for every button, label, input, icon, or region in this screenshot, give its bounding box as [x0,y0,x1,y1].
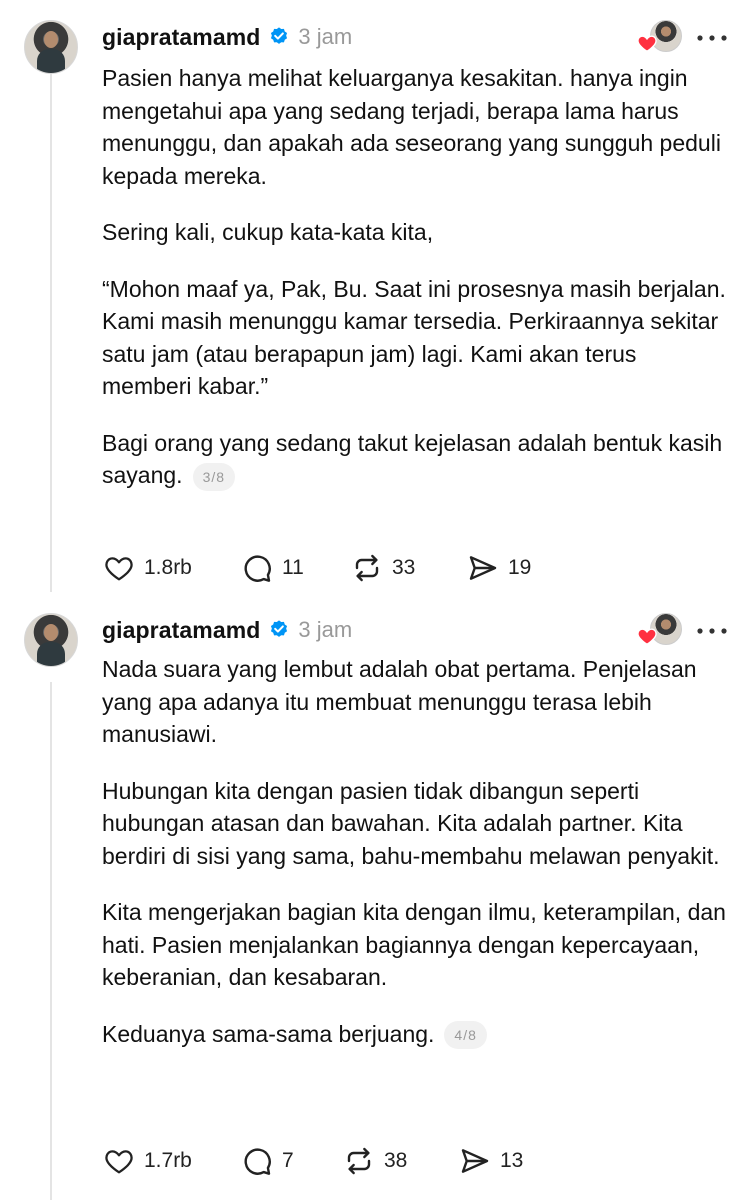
like-count: 1.8rb [144,556,192,579]
avatar[interactable] [24,20,78,74]
share-count: 13 [500,1149,524,1172]
post-header: giapratamamd 3 jam [102,613,352,647]
reply-button[interactable]: 11 [240,552,350,584]
repost-button[interactable]: 38 [342,1145,458,1177]
share-button[interactable]: 19 [466,552,556,584]
like-button[interactable]: 1.7rb [102,1145,240,1177]
reply-button[interactable]: 7 [240,1145,342,1177]
like-button[interactable]: 1.8rb [102,552,240,584]
repost-arrows-icon [347,1147,371,1175]
reply-count: 11 [282,556,304,579]
speech-bubble-icon [244,1148,271,1175]
author-liked-indicator [636,20,684,60]
reply-count: 7 [282,1149,294,1172]
username[interactable]: giapratamamd [102,617,260,644]
post-paragraph: “Mohon maaf ya, Pak, Bu. Saat ini proses… [102,275,726,400]
post-paragraph-last: Keduanya sama-sama berjuang. 4/8 [102,1018,732,1051]
thread-page-badge: 3/8 [192,462,236,491]
verified-badge-icon [271,27,288,44]
paper-plane-icon [461,1149,489,1173]
avatar[interactable] [24,613,78,667]
verified-badge-icon [271,620,288,637]
repost-count: 33 [392,556,416,579]
post-paragraph-last: Bagi orang yang sedang takut kejelasan a… [102,427,732,492]
thread-post: giapratamamd 3 jam Nada suara yang lembu… [0,611,754,1200]
repost-count: 38 [384,1149,408,1172]
thread-post: giapratamamd 3 jam Pasien hanya melihat … [0,18,754,598]
repost-arrows-icon [355,554,379,582]
post-paragraph: Sering kali, cukup kata-kata kita, [102,219,434,245]
three-dots-icon[interactable] [694,621,730,641]
post-body: Pasien hanya melihat keluarganya kesakit… [102,62,732,516]
three-dots-icon[interactable] [694,28,730,48]
post-time: 3 jam [298,24,353,49]
post-paragraph: Pasien hanya melihat keluarganya kesakit… [102,65,721,189]
paper-plane-icon [469,556,497,580]
heart-icon [105,557,133,581]
action-bar: 1.7rb 7 38 13 [102,1141,548,1181]
like-count: 1.7rb [144,1149,192,1172]
thread-page-badge: 4/8 [444,1021,487,1050]
action-bar: 1.8rb 11 33 19 [102,548,556,588]
speech-bubble-icon [244,555,271,582]
post-paragraph: Keduanya sama-sama berjuang. [102,1020,435,1047]
post-body: Nada suara yang lembut adalah obat perta… [102,653,732,1074]
share-button[interactable]: 13 [458,1145,548,1177]
username[interactable]: giapratamamd [102,24,260,51]
post-paragraph: Kita mengerjakan bagian kita dengan ilmu… [102,899,726,990]
post-time: 3 jam [298,617,353,642]
heart-icon [637,35,657,53]
post-header: giapratamamd 3 jam [102,20,352,54]
author-liked-indicator [636,613,684,653]
heart-icon [105,1150,133,1174]
repost-button[interactable]: 33 [350,552,466,584]
post-paragraph: Nada suara yang lembut adalah obat perta… [102,656,697,747]
post-paragraph: Hubungan kita dengan pasien tidak dibang… [102,777,720,869]
share-count: 19 [508,556,532,579]
heart-icon [637,628,657,646]
